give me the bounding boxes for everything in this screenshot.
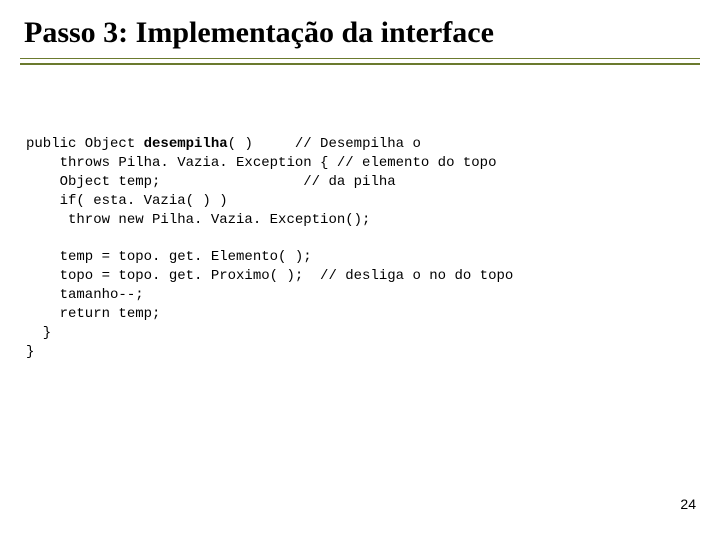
code-line-1a: public Object — [26, 136, 144, 152]
code-block: public Object desempilha( ) // Desempilh… — [26, 135, 700, 362]
title-rule-outer: Passo 3: Implementação da interface — [20, 12, 700, 65]
code-line-11: } — [26, 325, 51, 341]
code-line-5: throw new Pilha. Vazia. Exception(); — [26, 212, 370, 228]
code-line-2: throws Pilha. Vazia. Exception { // elem… — [26, 155, 496, 171]
code-line-3: Object temp; // da pilha — [26, 174, 396, 190]
page-number: 24 — [680, 496, 696, 512]
slide: Passo 3: Implementação da interface publ… — [0, 0, 720, 540]
title-rule-inner: Passo 3: Implementação da interface — [20, 12, 700, 59]
code-line-8: topo = topo. get. Proximo( ); // desliga… — [26, 268, 513, 284]
code-method-name: desempilha — [144, 136, 228, 152]
code-line-12: } — [26, 344, 34, 360]
code-line-10: return temp; — [26, 306, 160, 322]
code-line-7: temp = topo. get. Elemento( ); — [26, 249, 312, 265]
code-line-4: if( esta. Vazia( ) ) — [26, 193, 228, 209]
slide-title: Passo 3: Implementação da interface — [20, 12, 700, 56]
code-line-9: tamanho--; — [26, 287, 144, 303]
code-line-1c: ( ) // Desempilha o — [228, 136, 421, 152]
